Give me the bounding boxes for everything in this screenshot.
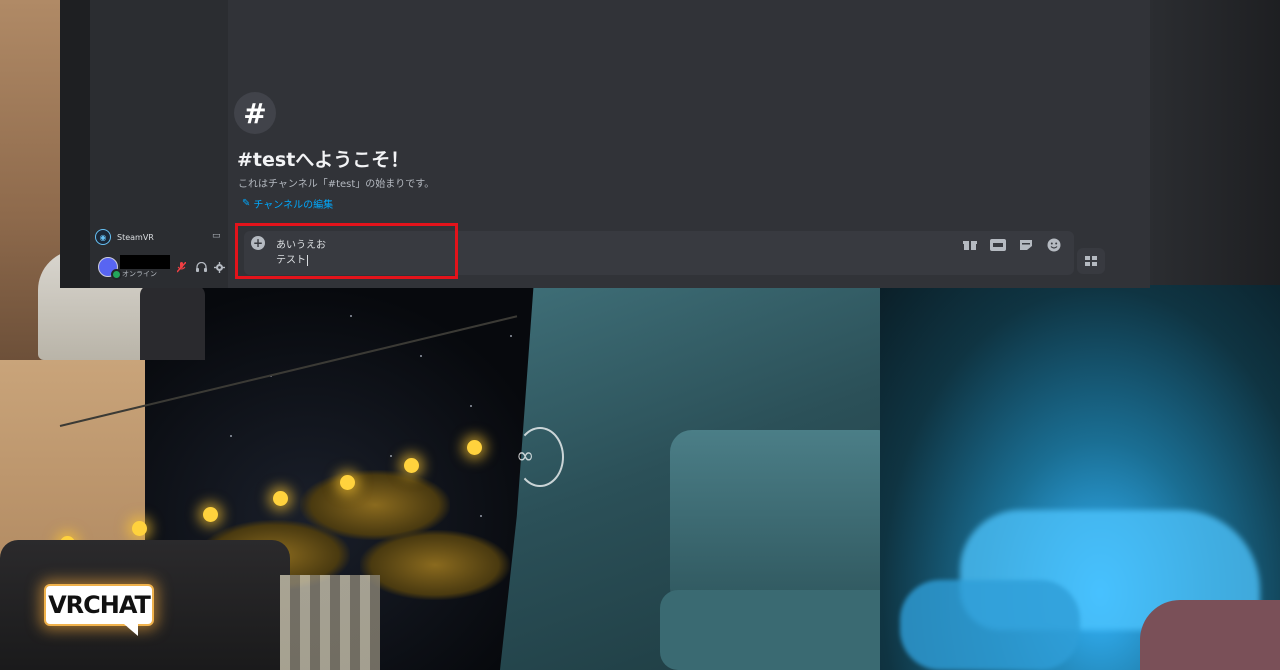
string-light xyxy=(467,440,482,455)
online-status-dot xyxy=(111,269,122,280)
string-light xyxy=(203,507,218,522)
star xyxy=(390,455,392,457)
apps-icon xyxy=(1085,256,1097,266)
glow-shape xyxy=(900,580,1080,670)
emoji-icon[interactable] xyxy=(1046,238,1062,252)
star xyxy=(510,335,512,337)
string-light xyxy=(132,521,147,536)
discord-window-edge xyxy=(1150,0,1280,285)
gif-icon[interactable] xyxy=(990,238,1006,252)
vrchat-logo: VRCHAT xyxy=(44,584,154,636)
player-avatar-dark xyxy=(140,285,205,360)
user-panel: オンライン xyxy=(95,255,230,280)
channel-hash-icon: # xyxy=(234,92,276,134)
welcome-title: #testへようこそ！ xyxy=(237,149,410,171)
star xyxy=(470,405,472,407)
pink-object xyxy=(1140,600,1280,670)
pencil-icon: ✎ xyxy=(242,198,251,209)
streaming-app-name: SteamVR xyxy=(117,232,154,242)
string-light xyxy=(340,475,355,490)
steamvr-icon: ◉ xyxy=(95,229,111,245)
highlight-annotation xyxy=(235,223,458,279)
star xyxy=(350,315,352,317)
star xyxy=(230,435,232,437)
headphones-icon[interactable] xyxy=(196,261,207,275)
gear-icon[interactable] xyxy=(214,262,225,276)
streaming-activity[interactable]: ◉ SteamVR xyxy=(95,228,225,246)
string-light xyxy=(273,491,288,506)
star xyxy=(420,355,422,357)
meta-icon: ∞ xyxy=(516,444,535,469)
palm-tree xyxy=(360,530,510,600)
star xyxy=(480,515,482,517)
edit-channel-label: チャンネルの編集 xyxy=(253,200,334,211)
welcome-subtitle: これはチャンネル「#test」の始まりです。 xyxy=(238,179,435,190)
user-status: オンライン xyxy=(122,270,157,278)
gift-icon[interactable] xyxy=(962,238,978,252)
teal-rock xyxy=(660,590,910,670)
mic-muted-icon[interactable] xyxy=(176,261,187,276)
sticker-icon[interactable] xyxy=(1018,238,1034,252)
apps-button[interactable] xyxy=(1077,248,1105,274)
screen-share-icon[interactable]: ▭ xyxy=(212,231,221,241)
server-list xyxy=(60,0,90,288)
awning xyxy=(280,575,380,670)
edit-channel-link[interactable]: ✎ チャンネルの編集 xyxy=(242,196,333,211)
username-redacted xyxy=(120,255,170,269)
teal-rock xyxy=(670,430,900,610)
string-light xyxy=(404,458,419,473)
